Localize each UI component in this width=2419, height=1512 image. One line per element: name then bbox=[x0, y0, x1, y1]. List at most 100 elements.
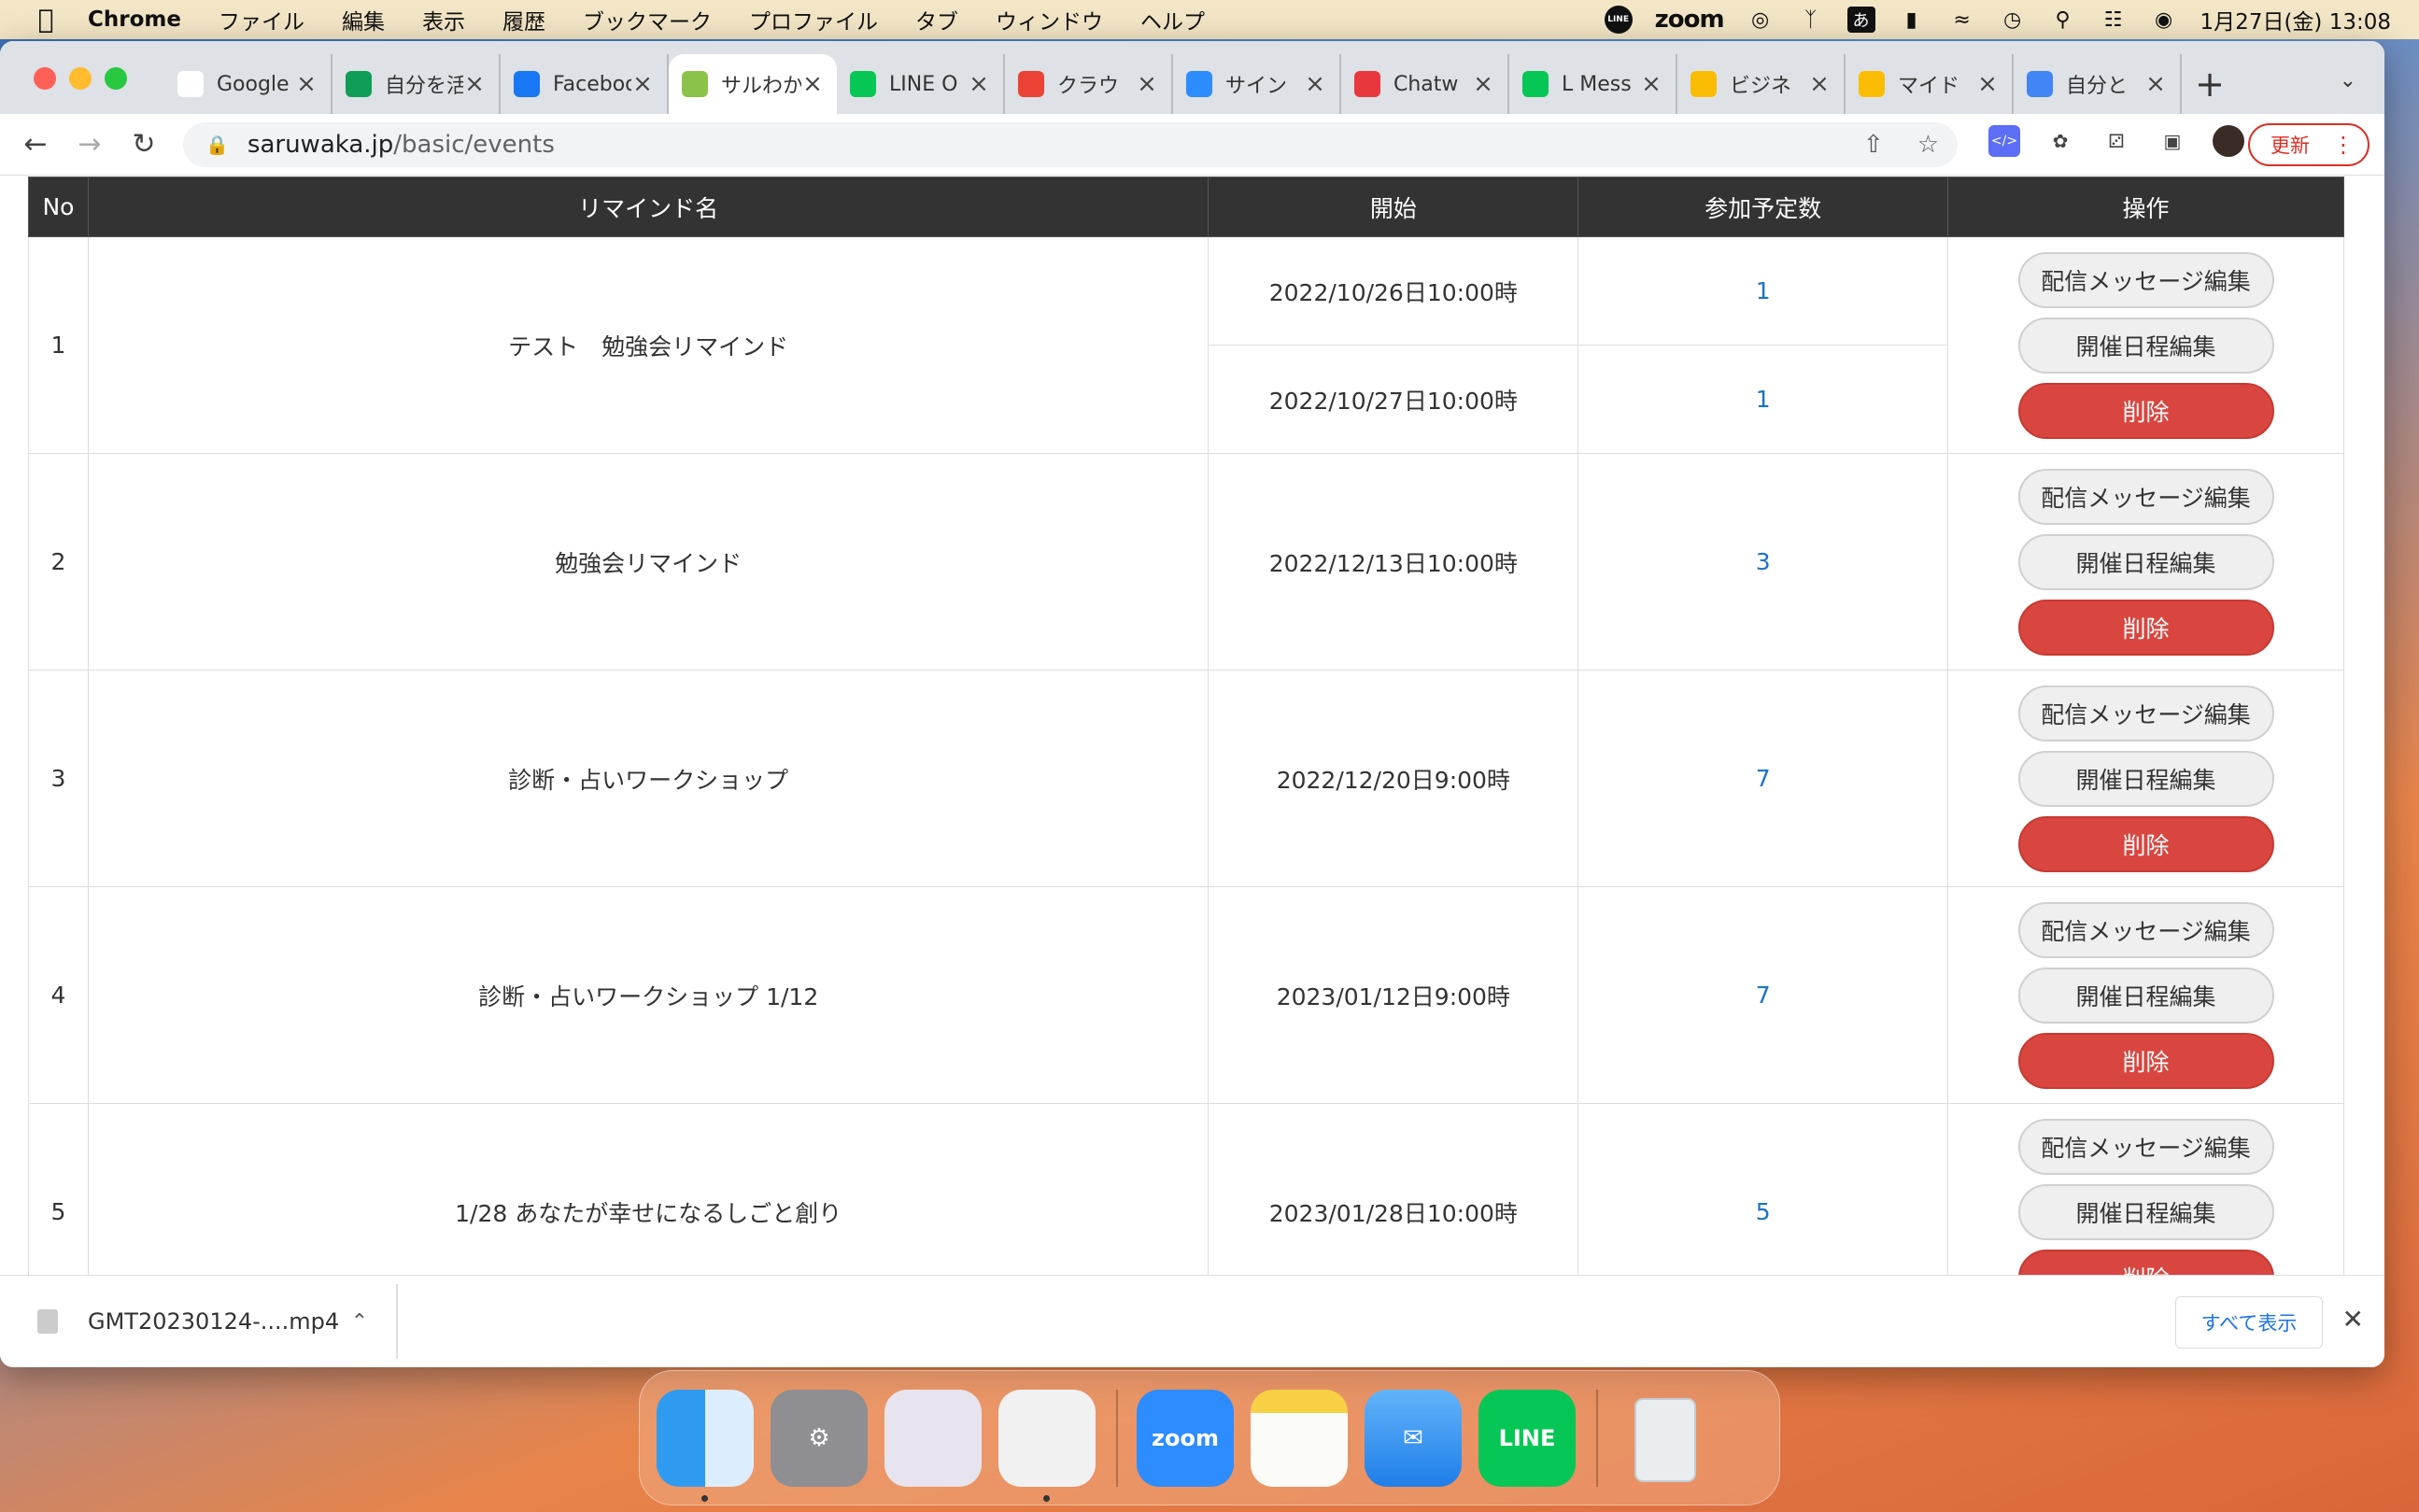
wifi-icon[interactable]: ≈ bbox=[1948, 6, 1976, 34]
row-participant-count[interactable]: 1 bbox=[1577, 345, 1949, 454]
row-participant-count[interactable]: 7 bbox=[1577, 886, 1949, 1104]
menu-window[interactable]: ウィンドウ bbox=[996, 4, 1103, 35]
browser-tab[interactable]: ビジネ × bbox=[1677, 54, 1846, 114]
browser-tab[interactable]: 自分を活 × bbox=[332, 54, 501, 114]
edit-message-button[interactable]: 配信メッセージ編集 bbox=[2017, 1118, 2274, 1175]
side-panel-icon[interactable]: ▣ bbox=[2157, 125, 2188, 157]
download-item[interactable]: GMT20230124-....mp4 ⌃ bbox=[0, 1284, 398, 1359]
edit-message-button[interactable]: 配信メッセージ編集 bbox=[2017, 468, 2274, 525]
delete-button[interactable]: 削除 bbox=[2017, 599, 2274, 656]
edit-schedule-button[interactable]: 開催日程編集 bbox=[2017, 967, 2274, 1024]
close-tab-icon[interactable]: × bbox=[295, 70, 318, 98]
menu-help[interactable]: ヘルプ bbox=[1140, 4, 1205, 35]
update-button[interactable]: 更新 ⋮ bbox=[2248, 123, 2369, 166]
close-tab-icon[interactable]: × bbox=[1976, 70, 1999, 98]
control-center-icon[interactable]: ☷ bbox=[2100, 6, 2128, 34]
chrome-icon[interactable] bbox=[998, 1389, 1096, 1502]
delete-button[interactable]: 削除 bbox=[2017, 1032, 2274, 1089]
edit-message-button[interactable]: 配信メッセージ編集 bbox=[2017, 251, 2274, 308]
tab-search-chevron-icon[interactable]: ⌄ bbox=[2340, 69, 2356, 92]
menu-history[interactable]: 履歴 bbox=[502, 4, 545, 35]
close-icon[interactable]: ✕ bbox=[2342, 1304, 2364, 1335]
more-menu-icon[interactable]: ⋮ bbox=[2332, 132, 2355, 158]
edit-schedule-button[interactable]: 開催日程編集 bbox=[2017, 317, 2274, 374]
fullscreen-window-button[interactable] bbox=[105, 67, 127, 90]
line-status-icon[interactable]: LINE bbox=[1604, 6, 1633, 34]
close-tab-icon[interactable]: × bbox=[2144, 70, 2167, 98]
edit-schedule-button[interactable]: 開催日程編集 bbox=[2017, 750, 2274, 807]
edit-message-button[interactable]: 配信メッセージ編集 bbox=[2017, 901, 2274, 958]
mail-icon[interactable]: ✉ bbox=[1365, 1389, 1462, 1487]
row-participant-count[interactable]: 1 bbox=[1577, 236, 1949, 346]
show-all-downloads-button[interactable]: すべて表示 bbox=[2175, 1296, 2323, 1349]
close-tab-icon[interactable]: × bbox=[801, 70, 824, 98]
browser-tab[interactable]: Chatw × bbox=[1341, 54, 1509, 114]
input-method-icon[interactable]: あ bbox=[1846, 7, 1875, 33]
browser-tab[interactable]: クラウ × bbox=[1005, 54, 1173, 114]
edit-message-button[interactable]: 配信メッセージ編集 bbox=[2017, 685, 2274, 742]
lock-icon[interactable]: 🔒 bbox=[205, 134, 229, 156]
chevron-up-icon[interactable]: ⌃ bbox=[351, 1310, 368, 1334]
zoom-app-icon[interactable]: zoom bbox=[1137, 1389, 1234, 1487]
back-arrow-icon[interactable]: ← bbox=[17, 126, 54, 163]
address-bar[interactable]: 🔒 saruwaka.jp/basic/events ⇧ ☆ bbox=[183, 122, 1958, 167]
code-extension-icon[interactable]: </> bbox=[1988, 125, 2020, 157]
clock[interactable]: 1月27日(金) 13:08 bbox=[2200, 4, 2391, 35]
edit-schedule-button[interactable]: 開催日程編集 bbox=[2017, 1183, 2274, 1240]
row-participant-count[interactable]: 7 bbox=[1577, 670, 1949, 887]
menu-bookmarks[interactable]: ブックマーク bbox=[583, 4, 712, 35]
forward-arrow-icon[interactable]: → bbox=[71, 126, 108, 163]
notes-icon[interactable] bbox=[1251, 1389, 1348, 1487]
browser-tab[interactable]: Google × bbox=[164, 54, 332, 114]
zoom-status-icon[interactable]: zoom bbox=[1655, 6, 1725, 34]
edit-schedule-button[interactable]: 開催日程編集 bbox=[2017, 533, 2274, 590]
bluetooth-icon[interactable]: ᛉ bbox=[1797, 6, 1825, 34]
header-operations: 操作 bbox=[1947, 177, 2344, 237]
reload-icon[interactable]: ↻ bbox=[125, 126, 163, 163]
new-tab-plus-icon[interactable]: + bbox=[2182, 54, 2238, 114]
close-tab-icon[interactable]: × bbox=[1136, 70, 1158, 98]
browser-tab[interactable]: Facebook× bbox=[501, 54, 669, 114]
menu-profiles[interactable]: プロファイル bbox=[749, 4, 878, 35]
trash-icon[interactable] bbox=[1617, 1390, 1714, 1487]
close-tab-icon[interactable]: × bbox=[1808, 70, 1831, 98]
system-settings-icon[interactable]: ⚙ bbox=[771, 1389, 868, 1487]
finder-icon[interactable] bbox=[657, 1389, 754, 1502]
spotlight-search-icon[interactable]: ⚲ bbox=[2049, 6, 2077, 34]
close-tab-icon[interactable]: × bbox=[968, 70, 990, 98]
minimize-window-button[interactable] bbox=[69, 67, 92, 90]
launchpad-icon[interactable] bbox=[884, 1389, 982, 1487]
battery-icon[interactable]: ▮ bbox=[1898, 6, 1926, 34]
browser-tab[interactable]: サイン × bbox=[1173, 54, 1341, 114]
menu-app-name[interactable]: Chrome bbox=[88, 7, 181, 32]
menu-view[interactable]: 表示 bbox=[422, 4, 465, 35]
close-tab-icon[interactable]: × bbox=[1640, 70, 1662, 98]
line-app-icon[interactable]: LINE bbox=[1478, 1389, 1576, 1487]
profile-avatar[interactable] bbox=[2213, 125, 2244, 157]
browser-tab[interactable]: 自分と × bbox=[2014, 54, 2182, 114]
browser-tab[interactable]: LINE O × bbox=[837, 54, 1005, 114]
bookmark-star-icon[interactable]: ☆ bbox=[1917, 131, 1939, 159]
close-tab-icon[interactable]: × bbox=[631, 70, 654, 98]
share-icon[interactable]: ⇧ bbox=[1863, 131, 1884, 159]
close-tab-icon[interactable]: × bbox=[1472, 70, 1494, 98]
delete-button[interactable]: 削除 bbox=[2017, 382, 2274, 439]
browser-tab[interactable]: L Mess × bbox=[1509, 54, 1677, 114]
extensions-puzzle-icon[interactable]: ⚂ bbox=[2101, 125, 2132, 157]
time-machine-icon[interactable]: ◷ bbox=[1999, 6, 2027, 34]
apple-icon[interactable]:  bbox=[32, 6, 60, 34]
browser-tab[interactable]: サルわか × bbox=[669, 54, 837, 114]
siri-icon[interactable]: ◉ bbox=[2150, 6, 2178, 34]
delete-button[interactable]: 削除 bbox=[2017, 815, 2274, 872]
menu-file[interactable]: ファイル bbox=[219, 4, 304, 35]
close-tab-icon[interactable]: × bbox=[463, 70, 486, 98]
focus-icon[interactable]: ◎ bbox=[1747, 6, 1775, 34]
color-picker-extension-icon[interactable]: ✿ bbox=[2044, 125, 2076, 157]
close-tab-icon[interactable]: × bbox=[1304, 70, 1326, 98]
menu-tab[interactable]: タブ bbox=[915, 4, 958, 35]
menu-edit[interactable]: 編集 bbox=[342, 4, 385, 35]
table-row: 2 勉強会リマインド 2022/12/13日10:00時 3 配信メッセージ編集… bbox=[28, 453, 2344, 671]
row-participant-count[interactable]: 3 bbox=[1577, 453, 1949, 671]
close-window-button[interactable] bbox=[34, 67, 56, 90]
browser-tab[interactable]: マイド × bbox=[1846, 54, 2014, 114]
